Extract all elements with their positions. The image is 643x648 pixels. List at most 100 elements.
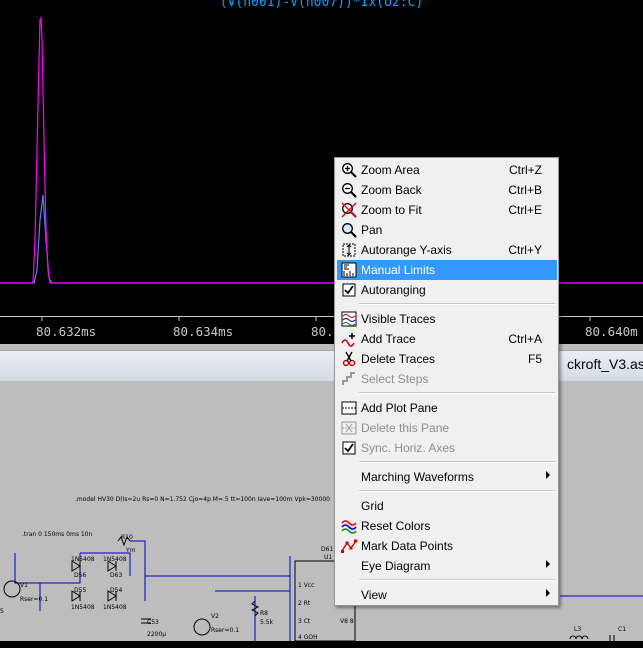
x-tick-label: 80.634ms bbox=[173, 324, 234, 339]
component-value: 5.5k bbox=[260, 619, 274, 626]
menu-item-label: Select Steps bbox=[361, 372, 429, 386]
menu-separator bbox=[359, 461, 555, 463]
tran-directive[interactable]: .tran 0 150ms 0ms 10n bbox=[22, 531, 92, 538]
ic-pin-label: 4 GOH bbox=[298, 634, 318, 641]
menu-item-visible-traces[interactable]: Visible Traces bbox=[337, 309, 557, 329]
component-value: 1N5408 bbox=[71, 604, 95, 611]
model-directive[interactable]: .model HV30 D(Is=2u Rs=0 N=1.752 Cjo=4p … bbox=[75, 496, 330, 503]
component-label: R8 bbox=[260, 610, 268, 617]
menu-item-label: Manual Limits bbox=[361, 263, 436, 277]
pan-magnifier-icon bbox=[342, 223, 357, 238]
component-value: 1N5408 bbox=[103, 604, 127, 611]
menu-item-shortcut: Ctrl+A bbox=[508, 332, 542, 346]
menu-item-autoranging[interactable]: Autoranging bbox=[337, 280, 557, 300]
menu-separator bbox=[359, 579, 555, 581]
steps-icon bbox=[342, 372, 355, 385]
inductor-l3 bbox=[569, 635, 589, 640]
menu-item-label: Zoom Area bbox=[361, 163, 420, 177]
menu-item-label: Visible Traces bbox=[361, 312, 436, 326]
ic-pin-label: 3 Ct bbox=[298, 618, 311, 625]
component-label: D54 bbox=[110, 587, 123, 594]
menu-separator bbox=[359, 392, 555, 394]
ruler-icon bbox=[341, 262, 357, 278]
submenu-arrow-icon bbox=[546, 471, 550, 479]
voltage-source-v2 bbox=[193, 618, 211, 636]
component-value: Rser=0.1 bbox=[20, 596, 49, 603]
menu-item-label: Mark Data Points bbox=[361, 539, 454, 553]
zoom-out-icon bbox=[342, 183, 357, 198]
menu-item-eye-diagram[interactable]: Eye Diagram bbox=[337, 556, 557, 576]
x-tick-label: 80.632ms bbox=[36, 324, 97, 339]
menu-item-sync-horiz-axes[interactable]: Sync. Horiz. Axes bbox=[337, 438, 557, 458]
menu-item-shortcut: Ctrl+Y bbox=[508, 243, 542, 257]
menu-item-grid[interactable]: Grid bbox=[337, 496, 557, 516]
traces-icon bbox=[341, 311, 357, 327]
submenu-arrow-icon bbox=[546, 560, 550, 568]
menu-item-reset-colors[interactable]: Reset Colors bbox=[337, 516, 557, 536]
menu-item-label: Marching Waveforms bbox=[361, 470, 474, 484]
autorange-icon bbox=[342, 243, 356, 257]
menu-separator bbox=[359, 490, 555, 492]
menu-item-label: Add Trace bbox=[361, 332, 416, 346]
menu-item-label: Add Plot Pane bbox=[361, 401, 438, 415]
menu-item-label: View bbox=[361, 588, 387, 602]
menu-item-mark-data-points[interactable]: Mark Data Points bbox=[337, 536, 557, 556]
schematic-title: ckroft_V3.asc bbox=[567, 356, 643, 372]
menu-item-shortcut: F5 bbox=[527, 352, 542, 366]
menu-item-zoom-area[interactable]: Zoom Area Ctrl+Z bbox=[337, 160, 557, 180]
menu-item-zoom-back[interactable]: Zoom Back Ctrl+B bbox=[337, 180, 557, 200]
menu-item-manual-limits[interactable]: Manual Limits bbox=[337, 260, 557, 280]
ic-pin-label: 1 Vcc bbox=[298, 582, 315, 589]
component-value: 100n bbox=[614, 641, 630, 648]
component-value: Rser=0.1 bbox=[211, 627, 240, 634]
menu-separator bbox=[359, 303, 555, 305]
menu-item-shortcut: Ctrl+B bbox=[508, 183, 542, 197]
component-label: L3 bbox=[574, 626, 582, 633]
component-label: V2 bbox=[211, 613, 219, 620]
checkbox-checked-icon bbox=[342, 441, 356, 455]
menu-item-label: Delete Traces bbox=[361, 352, 436, 366]
component-label: D55 bbox=[74, 587, 87, 594]
component-label: D56 bbox=[74, 572, 87, 579]
menu-item-label: Delete this Pane bbox=[361, 421, 450, 435]
menu-item-label: Reset Colors bbox=[361, 519, 431, 533]
component-label: R10 bbox=[121, 534, 133, 541]
component-value: 100µ bbox=[570, 641, 586, 648]
menu-item-label: Zoom Back bbox=[361, 183, 422, 197]
component-label: 5 bbox=[0, 608, 4, 615]
menu-item-add-trace[interactable]: Add Trace Ctrl+A bbox=[337, 329, 557, 349]
menu-item-view[interactable]: View bbox=[337, 585, 557, 605]
data-points-icon bbox=[341, 539, 357, 553]
x-tick-label: 80.640m bbox=[585, 324, 638, 339]
component-label: V1 bbox=[20, 582, 28, 589]
menu-item-delete-traces[interactable]: Delete Traces F5 bbox=[337, 349, 557, 369]
menu-item-delete-pane[interactable]: Delete this Pane bbox=[337, 418, 557, 438]
ic-pin-label: V8 8 bbox=[340, 618, 354, 625]
menu-item-label: Grid bbox=[361, 499, 384, 513]
menu-item-pan[interactable]: Pan bbox=[337, 220, 557, 240]
menu-item-marching-waveforms[interactable]: Marching Waveforms bbox=[337, 467, 557, 487]
color-waves-icon bbox=[341, 520, 357, 534]
menu-item-label: Autorange Y-axis bbox=[361, 243, 452, 257]
voltage-source-v1 bbox=[3, 580, 21, 598]
menu-item-zoom-to-fit[interactable]: Zoom to Fit Ctrl+E bbox=[337, 200, 557, 220]
menu-item-label: Zoom to Fit bbox=[361, 203, 422, 217]
zoom-fit-icon bbox=[341, 202, 357, 218]
menu-item-shortcut: Ctrl+E bbox=[508, 203, 542, 217]
component-label: C53 bbox=[147, 619, 159, 626]
menu-item-add-plot-pane[interactable]: Add Plot Pane bbox=[337, 398, 557, 418]
menu-item-label: Eye Diagram bbox=[361, 559, 431, 573]
menu-item-select-steps[interactable]: Select Steps bbox=[337, 369, 557, 389]
zoom-in-icon bbox=[342, 163, 357, 178]
menu-item-autorange-y[interactable]: Autorange Y-axis Ctrl+Y bbox=[337, 240, 557, 260]
menu-item-label: Sync. Horiz. Axes bbox=[361, 441, 456, 455]
component-value: 1N5408 bbox=[103, 556, 127, 563]
plot-context-menu[interactable]: Zoom Area Ctrl+Z Zoom Back Ctrl+B Zoom t… bbox=[334, 157, 559, 606]
menu-item-shortcut: Ctrl+Z bbox=[509, 163, 542, 177]
component-label: D63 bbox=[110, 572, 123, 579]
component-label: U1 bbox=[324, 554, 333, 561]
add-trace-icon bbox=[341, 333, 355, 347]
ic-pin-label: 2 Rt bbox=[298, 600, 311, 607]
component-value: 1N5408 bbox=[71, 556, 95, 563]
menu-item-label: Autoranging bbox=[361, 283, 426, 297]
